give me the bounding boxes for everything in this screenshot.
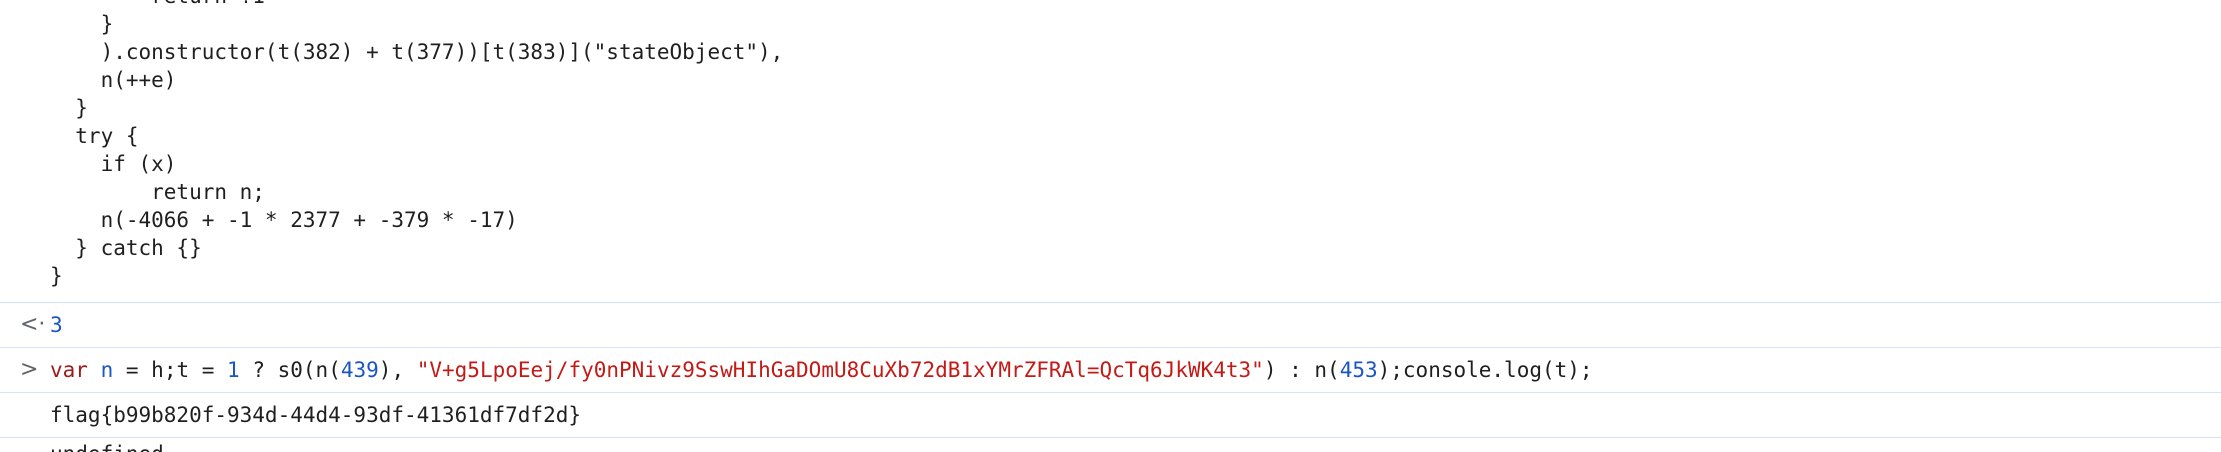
result-row: <· 3 (0, 303, 2221, 347)
console-output-row: flag{b99b820f-934d-44d4-93df-41361df7df2… (0, 393, 2221, 437)
variable-n: n (100, 358, 114, 382)
code-token: ), (378, 358, 417, 382)
result-value: 3 (50, 313, 63, 337)
code-line: return n; (50, 180, 265, 204)
number-literal: 453 (1339, 358, 1378, 382)
number-literal: 439 (340, 358, 379, 382)
string-literal: "V+g5LpoEej/fy0nPNivz9SswHIhGaDOmU8CuXb7… (416, 358, 1264, 382)
code-line: } (50, 96, 88, 120)
code-line: n(++e) (50, 68, 177, 92)
var-keyword: var (50, 358, 88, 382)
console-input-text[interactable]: var n = h;t = 1 ? s0(n(439), "V+g5LpoEej… (50, 348, 1593, 392)
code-line: } catch {} (50, 236, 202, 260)
code-token: );console.log(t); (1377, 358, 1593, 382)
code-token: ? s0(n( (239, 358, 341, 382)
code-token: = h;t = (113, 358, 228, 382)
code-token: ) : n( (1263, 358, 1340, 382)
flag-output-text: flag{b99b820f-934d-44d4-93df-41361df7df2… (50, 403, 582, 427)
code-line: n(-4066 + -1 * 2377 + -379 * -17) (50, 208, 518, 232)
code-line: try { (50, 124, 139, 148)
code-line: if (x) (50, 152, 177, 176)
code-line: return !1 (50, 0, 265, 10)
partial-output-text: undefined (50, 440, 164, 452)
code-line: } (50, 12, 114, 36)
number-literal: 1 (227, 358, 240, 382)
return-arrow-icon: <· (20, 312, 46, 337)
chevron-right-icon[interactable]: > (20, 348, 44, 392)
console-input-row[interactable]: > var n = h;t = 1 ? s0(n(439), "V+g5LpoE… (0, 348, 2221, 392)
code-line: } (50, 264, 63, 288)
row-divider (0, 437, 2221, 438)
code-output-block: return !1 } ).constructor(t(382) + t(377… (0, 0, 2221, 302)
code-line: ).constructor(t(382) + t(377))[t(383)]("… (50, 40, 784, 64)
